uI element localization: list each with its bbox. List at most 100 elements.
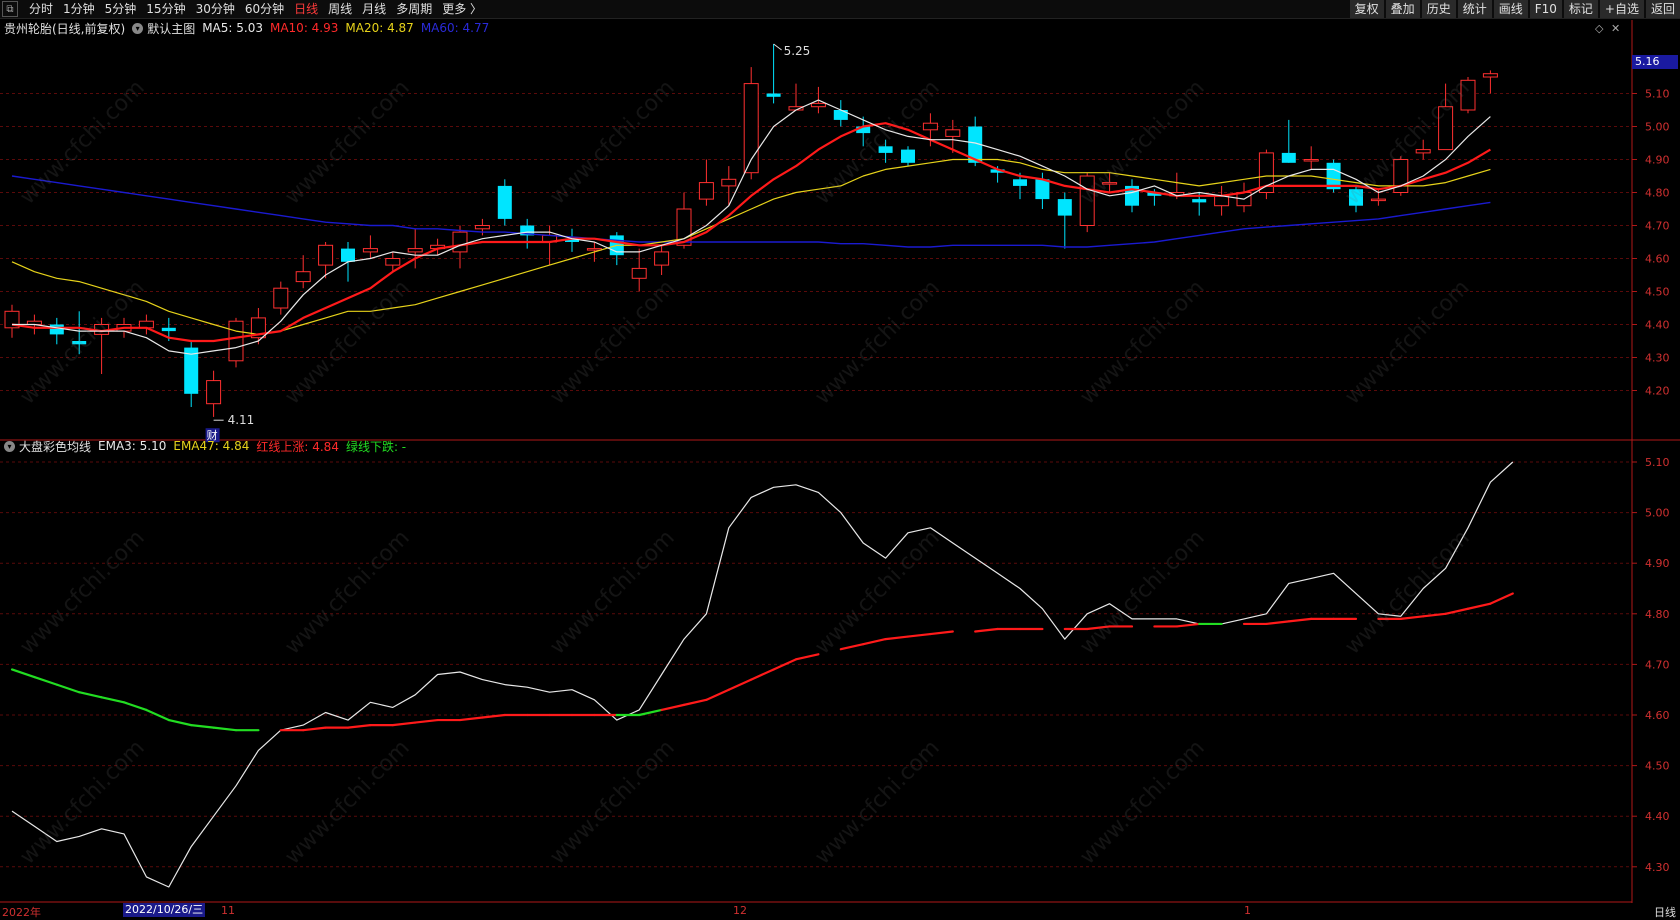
ema47-segment	[1489, 592, 1514, 605]
sub-scale-label: 4.60	[1645, 709, 1670, 722]
ema47-segment	[1287, 617, 1313, 623]
ema47-segment	[727, 678, 753, 691]
ema47-segment	[458, 716, 484, 722]
candle-body-up	[1482, 73, 1498, 78]
ema47-segment	[862, 637, 887, 646]
date-axis: 2022年 2022/10/26/三 11 12 1 日线	[0, 903, 1680, 919]
ema47-segment	[929, 630, 954, 636]
candle-body-up	[1102, 182, 1118, 185]
candle-body-up	[206, 380, 222, 405]
ema3-value: EMA3: 5.10	[98, 439, 167, 453]
toolbar-button-7[interactable]: +自选	[1599, 0, 1644, 18]
date-month-11: 11	[221, 904, 235, 917]
main-scale-label: 5.00	[1645, 121, 1670, 134]
selected-date: 2022/10/26/三	[123, 903, 206, 917]
toolbar-button-4[interactable]: 画线	[1493, 0, 1528, 18]
period-tab-0[interactable]: 分时	[24, 0, 58, 18]
candle-body-down	[49, 324, 64, 335]
ema47-segment	[391, 721, 417, 727]
ema47-segment	[705, 688, 730, 701]
current-price-tag: 5.16	[1632, 55, 1678, 69]
ema47-segment	[1444, 607, 1470, 615]
high-pointer	[773, 43, 782, 51]
template-name[interactable]: 默认主图	[147, 20, 195, 37]
kline-chart-svg[interactable]: 5.10 5.00 4.90 4.80 4.70 4.60 4.50 4.40 4.30 4.20…	[0, 0, 1680, 918]
period-tab-8[interactable]: 月线	[357, 0, 391, 18]
candle-body-up	[474, 225, 490, 230]
ema47-segment	[794, 653, 820, 661]
ema47-segment	[750, 668, 775, 681]
ema47-value: EMA47: 4.84	[173, 439, 250, 453]
ema47-segment	[1265, 620, 1290, 626]
toolbar-button-3[interactable]: 统计	[1457, 0, 1492, 18]
candle-body-up	[945, 129, 961, 137]
ema47-segment	[33, 675, 58, 686]
ema47-segment	[122, 701, 148, 712]
ema47-segment	[638, 708, 663, 717]
sub-scale-label: 4.80	[1645, 608, 1670, 621]
candle-body-down	[766, 93, 781, 97]
close-icon[interactable]: ✕	[1611, 22, 1620, 35]
candle-body-up	[698, 182, 714, 200]
sub-scale-label: 4.90	[1645, 557, 1670, 570]
ema47-segment	[1422, 612, 1447, 618]
period-tab-2[interactable]: 5分钟	[100, 0, 142, 18]
period-tab-4[interactable]: 30分钟	[191, 0, 240, 18]
candle-body-down	[901, 149, 915, 163]
period-tab-10[interactable]: 更多 〉	[437, 0, 487, 18]
main-scale-label: 4.80	[1645, 187, 1670, 200]
toolbar-button-0[interactable]: 复权	[1349, 0, 1384, 18]
sub-scale-label: 4.50	[1645, 760, 1670, 773]
toolbar-button-2[interactable]: 历史	[1421, 0, 1456, 18]
ema47-segment	[346, 724, 372, 729]
candle-body-down	[1035, 179, 1050, 200]
main-scale-label: 4.50	[1645, 286, 1670, 299]
candle-body-up	[228, 320, 244, 362]
candle-body-up	[1415, 149, 1431, 154]
window-restore-icon[interactable]: ⧉	[2, 1, 18, 17]
stock-name[interactable]: 贵州轮胎(日线,前复权)	[4, 20, 125, 37]
toolbar-button-6[interactable]: 标记	[1563, 0, 1598, 18]
toolbar-button-1[interactable]: 叠加	[1385, 0, 1420, 18]
indicator-dropdown-icon[interactable]: ▾	[4, 440, 15, 452]
period-tab-7[interactable]: 周线	[323, 0, 357, 18]
high-price-label: 5.25	[784, 44, 811, 58]
candle-body-up	[1079, 175, 1095, 226]
sub-legend: ▾ 大盘彩色均线 EMA3: 5.10 EMA47: 4.84 红线上涨: 4.…	[4, 438, 413, 454]
candle-body-down	[833, 110, 848, 120]
candle-body-down	[878, 146, 893, 153]
toolbar-button-5[interactable]: F10	[1529, 0, 1562, 18]
ema47-segment	[906, 632, 932, 638]
red-line-value: 红线上涨: 4.84	[256, 439, 339, 454]
ema47-segment	[78, 691, 103, 699]
ma10-value: MA10: 4.93	[269, 21, 339, 35]
candle-body-up	[318, 244, 334, 266]
sub-scale-label: 4.30	[1645, 861, 1670, 874]
candle-body-up	[810, 102, 826, 108]
period-tab-3[interactable]: 15分钟	[141, 0, 190, 18]
candle-body-up	[385, 258, 401, 266]
candle-body-up	[273, 287, 289, 309]
sub-scale-label: 4.70	[1645, 658, 1670, 671]
candle-body-up	[1303, 159, 1319, 162]
ma60-value: MA60: 4.77	[420, 21, 490, 35]
toolbar-button-8[interactable]: 返回	[1645, 0, 1680, 18]
candle-body-up	[1370, 198, 1386, 202]
candle-body-down	[497, 185, 512, 219]
candle-body-down	[1013, 179, 1027, 186]
candle-body-down	[1192, 199, 1207, 203]
dropdown-circle-icon[interactable]: ▾	[132, 22, 144, 34]
candle-body-up	[407, 248, 423, 253]
indicator-name[interactable]: 大盘彩色均线	[19, 438, 91, 455]
candle-body-up	[1214, 195, 1230, 207]
period-tab-1[interactable]: 1分钟	[58, 0, 100, 18]
period-tab-9[interactable]: 多周期	[391, 0, 437, 18]
candle-body-down	[1349, 189, 1363, 206]
period-tab-6[interactable]: 日线	[289, 0, 323, 18]
candle-body-up	[362, 248, 378, 253]
main-scale-label: 4.60	[1645, 253, 1670, 266]
diamond-icon[interactable]: ◇	[1595, 22, 1603, 35]
ema47-segment	[682, 698, 708, 706]
period-tab-5[interactable]: 60分钟	[240, 0, 289, 18]
toolbar-buttons: 复权 叠加 历史 统计 画线 F10 标记 +自选 返回	[1348, 0, 1680, 18]
